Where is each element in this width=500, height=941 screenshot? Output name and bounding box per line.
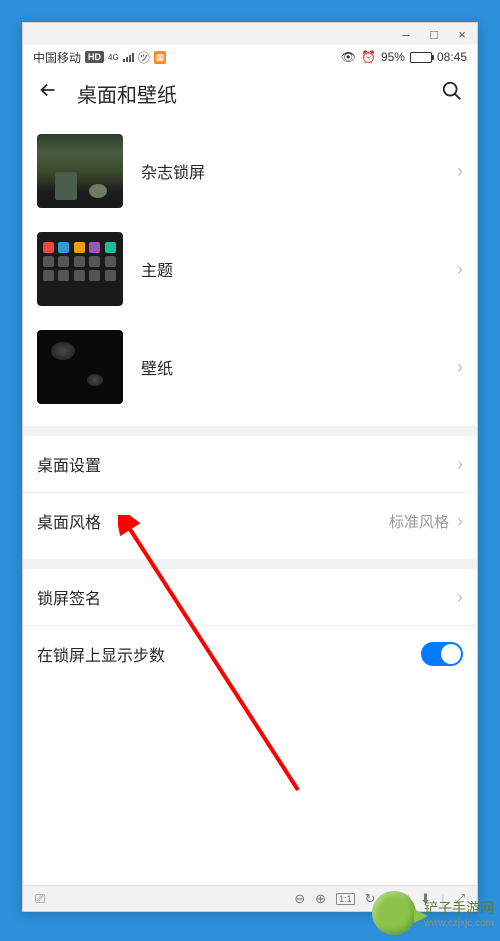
zoom-out-icon[interactable]: ⊖: [294, 891, 305, 907]
watermark-logo-icon: [372, 891, 416, 935]
item-label: 桌面设置: [37, 452, 457, 476]
chevron-right-icon: ›: [457, 511, 463, 532]
list-item-desktop-style[interactable]: 桌面风格 标准风格 ›: [23, 493, 477, 549]
watermark: 铲子手游网 www.czjxjc.com: [372, 891, 494, 935]
battery-icon: [410, 52, 432, 63]
list-item-theme[interactable]: 主题 ›: [23, 220, 477, 318]
steps-toggle[interactable]: [421, 642, 463, 666]
list-item-magazine-lockscreen[interactable]: 杂志锁屏 ›: [23, 122, 477, 220]
item-label: 主题: [141, 257, 457, 281]
globe-icon: ㋡: [138, 49, 150, 66]
window-maximize-button[interactable]: □: [427, 27, 441, 42]
item-label: 在锁屏上显示步数: [37, 642, 421, 666]
clock-time: 08:45: [437, 50, 467, 64]
window-close-button[interactable]: ×: [455, 27, 469, 42]
list-item-desktop-settings[interactable]: 桌面设置 ›: [23, 436, 477, 493]
list-item-show-steps[interactable]: 在锁屏上显示步数: [23, 626, 477, 682]
back-button[interactable]: [37, 79, 59, 108]
phone-screen: 中国移动 HD 4G ㋡ ▦ 👁 ⏰ 95% 08:45 桌面和壁纸: [23, 45, 477, 885]
app-badge-icon: ▦: [154, 51, 167, 64]
page-title: 桌面和壁纸: [77, 79, 423, 108]
wallpaper-thumbnail: [37, 330, 123, 404]
item-label: 锁屏签名: [37, 585, 457, 609]
list-item-wallpaper[interactable]: 壁纸 ›: [23, 318, 477, 416]
item-label: 壁纸: [141, 355, 457, 379]
list-item-lockscreen-signature[interactable]: 锁屏签名 ›: [23, 569, 477, 626]
carrier-label: 中国移动: [33, 49, 81, 66]
magazine-thumbnail: [37, 134, 123, 208]
search-button[interactable]: [441, 80, 463, 108]
chevron-right-icon: ›: [457, 587, 463, 608]
window-titlebar: – □ ×: [23, 23, 477, 45]
themes-section: 杂志锁屏 › 主题 › 壁纸 ›: [23, 122, 477, 416]
chevron-right-icon: ›: [457, 161, 463, 182]
lockscreen-section: 锁屏签名 › 在锁屏上显示步数: [23, 569, 477, 682]
emulator-window: – □ × 中国移动 HD 4G ㋡ ▦ 👁 ⏰ 95% 08:45: [22, 22, 478, 912]
scale-label[interactable]: 1:1: [336, 893, 355, 905]
watermark-url: www.czjxjc.com: [424, 918, 494, 929]
theme-thumbnail: [37, 232, 123, 306]
chevron-right-icon: ›: [457, 357, 463, 378]
item-value: 标准风格: [389, 511, 449, 532]
chevron-right-icon: ›: [457, 454, 463, 475]
eye-icon: 👁: [341, 50, 356, 64]
zoom-in-icon[interactable]: ⊕: [315, 891, 326, 907]
page-header: 桌面和壁纸: [23, 69, 477, 122]
watermark-text: 铲子手游网: [424, 898, 494, 918]
monitor-icon[interactable]: ⎚: [35, 891, 45, 907]
network-label: 4G: [108, 53, 119, 62]
desktop-section: 桌面设置 › 桌面风格 标准风格 ›: [23, 436, 477, 549]
hd-badge: HD: [85, 51, 104, 63]
item-label: 桌面风格: [37, 509, 389, 533]
signal-icon: [123, 52, 134, 62]
status-bar: 中国移动 HD 4G ㋡ ▦ 👁 ⏰ 95% 08:45: [23, 45, 477, 69]
alarm-icon: ⏰: [361, 50, 376, 64]
item-label: 杂志锁屏: [141, 159, 457, 183]
window-minimize-button[interactable]: –: [399, 27, 413, 42]
battery-percent: 95%: [381, 50, 405, 64]
chevron-right-icon: ›: [457, 259, 463, 280]
